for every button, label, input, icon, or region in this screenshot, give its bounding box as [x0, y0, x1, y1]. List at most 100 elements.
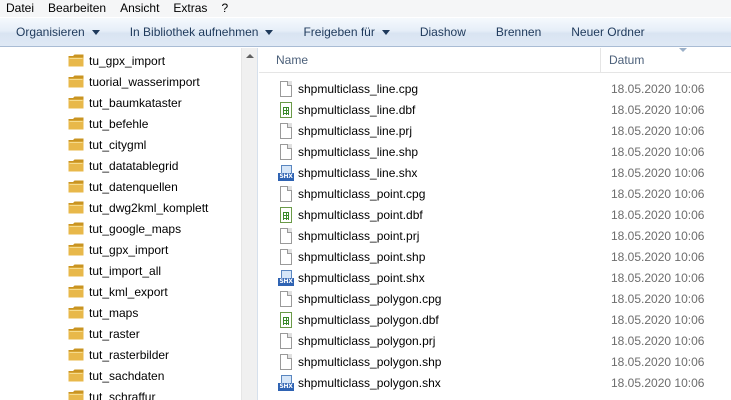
file-name: shpmulticlass_point.prj: [298, 228, 420, 243]
file-icon: [278, 332, 294, 349]
file-date: 18.05.2020 10:06: [611, 312, 705, 327]
file-row[interactable]: shpmulticlass_point.cpg 18.05.2020 10:06: [259, 183, 704, 204]
column-header-date[interactable]: Datum: [601, 48, 731, 73]
file-icon: [278, 185, 294, 202]
folder-item[interactable]: tut_sachdaten: [68, 365, 208, 386]
file-row[interactable]: shpmulticlass_line.dbf 18.05.2020 10:06: [259, 99, 704, 120]
file-name: shpmulticlass_polygon.prj: [298, 333, 436, 348]
toolbar-button-3[interactable]: Freigeben für: [287, 18, 403, 46]
file-name: shpmulticlass_point.dbf: [298, 207, 423, 222]
folder-item[interactable]: tut_datatablegrid: [68, 155, 208, 176]
file-date: 18.05.2020 10:06: [611, 354, 705, 369]
folder-item[interactable]: tu_gpx_import: [68, 50, 208, 71]
toolbar-button-4[interactable]: Diashow: [404, 18, 480, 46]
file-row[interactable]: shpmulticlass_line.prj 18.05.2020 10:06: [259, 120, 704, 141]
column-header-name[interactable]: Name: [259, 48, 601, 73]
folder-icon: [68, 54, 84, 67]
folder-icon: [68, 285, 84, 298]
file-row[interactable]: shpmulticlass_polygon.prj 18.05.2020 10:0…: [259, 330, 704, 351]
file-name: shpmulticlass_point.cpg: [298, 186, 426, 201]
folder-label: tut_citygml: [89, 137, 147, 152]
folder-tree: tu_gpx_import tuorial_wasserimport tut_bau…: [68, 50, 208, 400]
folder-item[interactable]: tut_google_maps: [68, 218, 208, 239]
toolbar-button-2[interactable]: In Bibliothek aufnehmen: [114, 18, 288, 46]
folder-item[interactable]: tut_baumkataster: [68, 92, 208, 113]
file-name: shpmulticlass_line.shp: [298, 144, 419, 159]
file-name: shpmulticlass_point.shp: [298, 249, 426, 264]
folder-item[interactable]: tuorial_wasserimport: [68, 71, 208, 92]
file-date: 18.05.2020 10:06: [611, 270, 705, 285]
file-row[interactable]: shpmulticlass_polygon.dbf 18.05.2020 10:0…: [259, 309, 704, 330]
file-row[interactable]: shpmulticlass_point.prj 18.05.2020 10:06: [259, 225, 704, 246]
file-row[interactable]: shpmulticlass_line.cpg 18.05.2020 10:06: [259, 78, 704, 99]
folder-item[interactable]: tut_schraffur: [68, 386, 208, 400]
file-row[interactable]: SHX shpmulticlass_point.shx 18.05.2020 10:…: [259, 267, 704, 288]
folder-icon: [68, 369, 84, 382]
menu-item-2[interactable]: Bearbeiten: [41, 0, 113, 17]
shx-badge: SHX: [278, 172, 294, 181]
sort-arrow-icon: [679, 48, 687, 52]
folder-label: tut_baumkataster: [89, 95, 182, 110]
file-row[interactable]: SHX shpmulticlass_line.shx 18.05.2020 10:0…: [259, 162, 704, 183]
file-icon: [278, 353, 294, 370]
folder-label: tut_befehle: [89, 116, 149, 131]
toolbar-button-6[interactable]: Neuer Ordner: [555, 18, 658, 46]
file-row[interactable]: shpmulticlass_polygon.shp 18.05.2020 10:0…: [259, 351, 704, 372]
file-row[interactable]: shpmulticlass_polygon.cpg 18.05.2020 10:0…: [259, 288, 704, 309]
toolbar-button-1[interactable]: Organisieren: [0, 18, 114, 46]
file-row[interactable]: shpmulticlass_point.dbf 18.05.2020 10:06: [259, 204, 704, 225]
shx-badge: SHX: [278, 382, 294, 391]
folder-item[interactable]: tut_dwg2kml_komplett: [68, 197, 208, 218]
folder-label: tut_maps: [89, 305, 139, 320]
folder-label: tut_rasterbilder: [89, 347, 170, 362]
folder-label: tut_raster: [89, 326, 140, 341]
toolbar-button-label: Organisieren: [16, 25, 85, 39]
file-icon: [278, 80, 294, 97]
folder-label: tuorial_wasserimport: [89, 74, 200, 89]
menu-item-1[interactable]: Datei: [0, 0, 41, 17]
toolbar-button-5[interactable]: Brennen: [480, 18, 555, 46]
menu-item-4[interactable]: Extras: [166, 0, 214, 17]
file-date: 18.05.2020 10:06: [611, 144, 705, 159]
folder-icon: [68, 243, 84, 256]
file-row[interactable]: SHX shpmulticlass_polygon.shx 18.05.2020 1…: [259, 372, 704, 393]
folder-icon: [68, 201, 84, 214]
scroll-up-arrow-icon[interactable]: [246, 54, 254, 58]
toolbar-button-label: Neuer Ordner: [571, 25, 645, 39]
dropdown-arrow-icon: [91, 30, 100, 35]
folder-label: tut_google_maps: [89, 221, 182, 236]
file-rows: shpmulticlass_line.cpg 18.05.2020 10:06 sh…: [259, 78, 704, 393]
file-date: 18.05.2020 10:06: [611, 228, 705, 243]
navigation-pane: tu_gpx_import tuorial_wasserimport tut_bau…: [0, 48, 258, 400]
file-icon: [278, 143, 294, 160]
shx-file-icon: SHX: [278, 269, 294, 286]
folder-item[interactable]: tut_befehle: [68, 113, 208, 134]
folder-item[interactable]: tut_rasterbilder: [68, 344, 208, 365]
folder-item[interactable]: tut_kml_export: [68, 281, 208, 302]
file-name: shpmulticlass_polygon.shp: [298, 354, 442, 369]
file-row[interactable]: shpmulticlass_point.shp 18.05.2020 10:06: [259, 246, 704, 267]
folder-icon: [68, 264, 84, 277]
menu-bar: Datei Bearbeiten Ansicht Extras?: [0, 0, 731, 17]
menu-item-5[interactable]: ?: [214, 0, 235, 17]
folder-icon: [68, 96, 84, 109]
file-row[interactable]: shpmulticlass_line.shp 18.05.2020 10:06: [259, 141, 704, 162]
folder-item[interactable]: tut_gpx_import: [68, 239, 208, 260]
navigation-scrollbar[interactable]: [241, 48, 257, 400]
folder-icon: [68, 138, 84, 151]
toolbar-button-label: Brennen: [495, 25, 542, 39]
file-name: shpmulticlass_polygon.cpg: [298, 291, 442, 306]
file-date: 18.05.2020 10:06: [611, 291, 705, 306]
folder-label: tut_datatablegrid: [89, 158, 179, 173]
menu-item-3[interactable]: Ansicht: [113, 0, 166, 17]
file-name: shpmulticlass_line.prj: [298, 123, 413, 138]
folder-item[interactable]: tut_citygml: [68, 134, 208, 155]
folder-icon: [68, 390, 84, 400]
folder-item[interactable]: tut_import_all: [68, 260, 208, 281]
folder-icon: [68, 180, 84, 193]
folder-icon: [68, 222, 84, 235]
folder-item[interactable]: tut_raster: [68, 323, 208, 344]
folder-item[interactable]: tut_maps: [68, 302, 208, 323]
toolbar-button-label: In Bibliothek aufnehmen: [129, 25, 259, 39]
folder-item[interactable]: tut_datenquellen: [68, 176, 208, 197]
